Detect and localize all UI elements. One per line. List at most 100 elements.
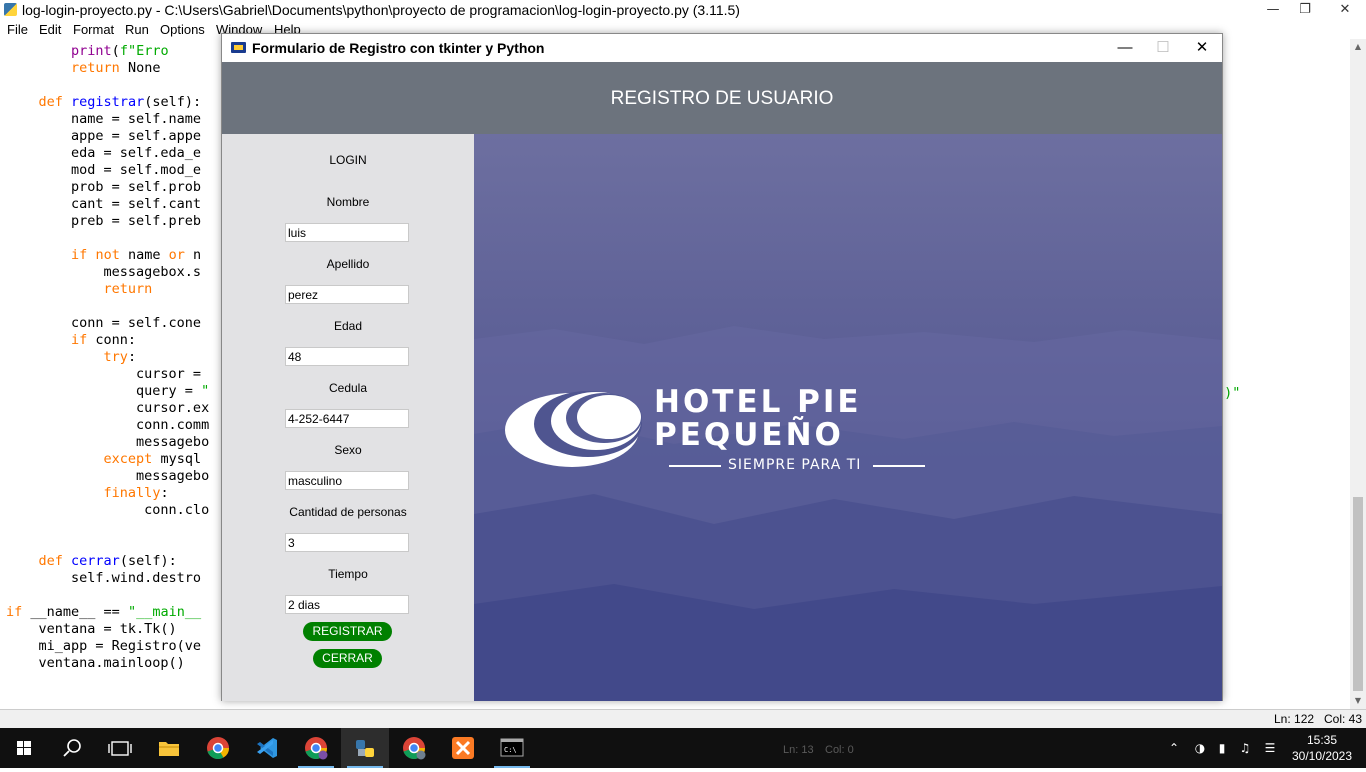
scroll-up-icon[interactable]: ▲ [1350, 39, 1366, 55]
code-line: name = self.name [6, 111, 202, 127]
code-line: prob = self.prob [6, 179, 202, 195]
idle-statusbar: Ln: 122 Col: 43 [0, 709, 1366, 728]
ghost-column-number: Col: 0 [825, 744, 854, 756]
registration-window-title: Formulario de Registro con tkinter y Pyt… [252, 40, 545, 56]
code-line: return None [71, 60, 161, 76]
windows-taskbar: C:\ Ln: 13 Col: 0 ⌃ ◑ ▮ ♫ ☰ 15:35 30/10/… [0, 728, 1366, 768]
logo-text-line1: HOTEL PIE [654, 384, 862, 420]
tray-date: 30/10/2023 [1291, 749, 1353, 763]
editor-scrollbar[interactable]: ▲ ▼ [1350, 39, 1366, 709]
task-view-icon[interactable] [96, 728, 144, 768]
nombre-input[interactable] [285, 223, 409, 242]
registration-titlebar: Formulario de Registro con tkinter y Pyt… [222, 34, 1222, 62]
idle-window-title: log-login-proyecto.py - C:\Users\Gabriel… [22, 2, 740, 18]
code-line: if not name or n [71, 247, 202, 263]
code-line: try: [103, 349, 137, 365]
code-line: self.wind.destro [6, 570, 202, 586]
edad-label: Edad [333, 319, 363, 333]
register-button[interactable]: REGISTRAR [303, 622, 392, 641]
xampp-icon[interactable] [439, 728, 487, 768]
registration-heading: REGISTRO DE USUARIO [610, 88, 834, 109]
code-line: cursor.ex [6, 400, 210, 416]
search-icon[interactable] [48, 728, 96, 768]
close-button[interactable]: CERRAR [313, 649, 382, 668]
code-line: conn.comm [6, 417, 210, 433]
svg-text:C:\: C:\ [504, 746, 517, 754]
volume-icon[interactable]: ♫ [1237, 740, 1253, 756]
start-icon[interactable] [0, 728, 48, 768]
code-line: cursor = [6, 366, 202, 382]
tiempo-label: Tiempo [328, 567, 368, 581]
menu-format[interactable]: Format [73, 22, 114, 37]
python-file-icon [4, 3, 17, 16]
sexo-input[interactable] [285, 471, 409, 490]
code-line: if __name__ == "__main__ [6, 604, 202, 620]
code-line: finally: [103, 485, 169, 501]
menu-run[interactable]: Run [125, 22, 149, 37]
nombre-label: Nombre [326, 195, 370, 209]
code-line: def cerrar(self): [38, 553, 177, 569]
registration-form: LOGIN Nombre Apellido Edad Cedula Sexo C… [222, 134, 474, 701]
notification-icon[interactable]: ☰ [1262, 740, 1278, 756]
chrome-profile-2-icon[interactable] [390, 728, 438, 768]
form-title: LOGIN [329, 153, 367, 167]
close-icon[interactable]: ✕ [1322, 0, 1366, 20]
code-line: except mysql [103, 451, 202, 467]
code-line: cant = self.cant [6, 196, 202, 212]
logo-tagline: SIEMPRE PARA TI [728, 457, 862, 473]
cedula-label: Cedula [328, 381, 368, 395]
status-line-number: Ln: 122 [1274, 712, 1315, 726]
tiempo-input[interactable] [285, 595, 409, 614]
logo-rule-left [669, 465, 721, 467]
sexo-label: Sexo [334, 443, 362, 457]
tray-time: 15:35 [1306, 733, 1338, 747]
code-line: messagebox.s [6, 264, 202, 280]
code-line: mod = self.mod_e [6, 162, 202, 178]
tk-close-icon[interactable]: ✕ [1182, 34, 1222, 62]
chrome-profile-icon[interactable] [292, 728, 340, 768]
code-line: conn = self.cone [6, 315, 202, 331]
python-idle-icon[interactable] [341, 728, 389, 768]
terminal-icon[interactable]: C:\ [488, 728, 536, 768]
scroll-down-icon[interactable]: ▼ [1350, 693, 1366, 709]
ghost-line-number: Ln: 13 [783, 744, 814, 756]
menu-file[interactable]: File [7, 22, 28, 37]
wifi-icon[interactable]: ◑ [1192, 740, 1208, 756]
edad-input[interactable] [285, 347, 409, 366]
code-line: messagebo [6, 434, 210, 450]
apellido-label: Apellido [326, 257, 370, 271]
tk-maximize-icon[interactable]: ☐ [1143, 34, 1183, 62]
hotel-logo-image: HOTEL PIE PEQUEÑO SIEMPRE PARA TI [474, 134, 1222, 701]
code-line: conn.clo [6, 502, 210, 518]
code-line: preb = self.preb [6, 213, 202, 229]
code-line: return [103, 281, 153, 297]
vscode-icon[interactable] [243, 728, 291, 768]
chrome-icon[interactable] [194, 728, 242, 768]
code-line: print(f"Erro [71, 43, 169, 59]
tk-minimize-icon[interactable]: — [1105, 34, 1145, 62]
file-explorer-icon[interactable] [145, 728, 193, 768]
tray-clock[interactable]: 15:35 30/10/2023 [1290, 732, 1354, 764]
code-line: def registrar(self): [38, 94, 202, 110]
show-hidden-icons-icon[interactable]: ⌃ [1166, 740, 1182, 756]
apellido-input[interactable] [285, 285, 409, 304]
code-line: messagebo [6, 468, 210, 484]
menu-options[interactable]: Options [160, 22, 205, 37]
status-column-number: Col: 43 [1324, 712, 1363, 726]
logo-text-line2: PEQUEÑO [654, 417, 844, 453]
logo-rule-right [873, 465, 925, 467]
scrollbar-thumb[interactable] [1353, 497, 1363, 691]
code-line: mi_app = Registro(ve [6, 638, 202, 654]
code-line: eda = self.eda_e [6, 145, 202, 161]
cantidad-personas-input[interactable] [285, 533, 409, 552]
code-line: ventana.mainloop() [6, 655, 185, 671]
cantidad-personas-label: Cantidad de personas [289, 505, 407, 519]
code-line: ventana = tk.Tk() [6, 621, 177, 637]
menu-edit[interactable]: Edit [39, 22, 61, 37]
code-line: if conn: [71, 332, 137, 348]
code-line: appe = self.appe [6, 128, 202, 144]
battery-icon[interactable]: ▮ [1214, 740, 1230, 756]
registration-header: REGISTRO DE USUARIO [222, 62, 1222, 134]
code-line: query = " [6, 383, 210, 399]
cedula-input[interactable] [285, 409, 409, 428]
